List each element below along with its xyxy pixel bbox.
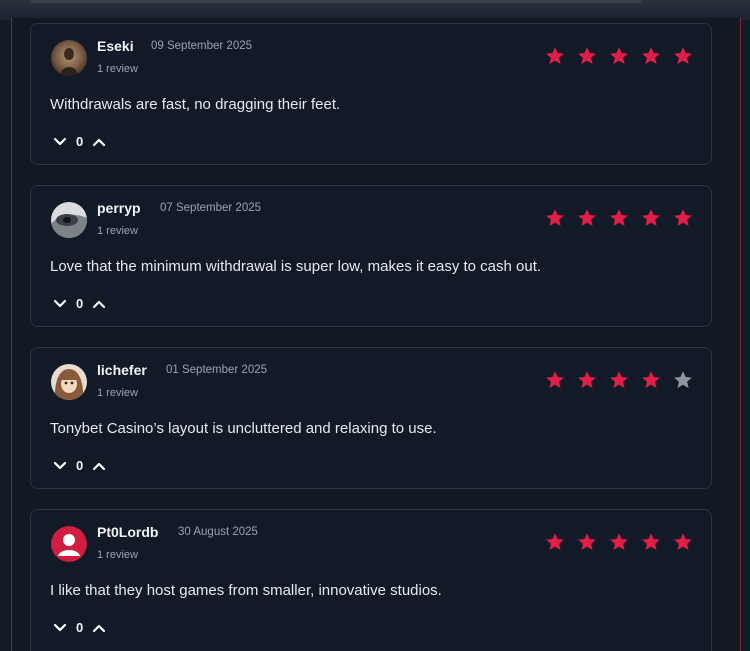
top-divider — [30, 0, 642, 3]
username[interactable]: perryp — [97, 200, 141, 216]
star-rating — [545, 208, 693, 228]
top-band — [0, 0, 750, 20]
reviews-page: Eseki 09 September 2025 1 review Withdra… — [0, 0, 750, 651]
review-text: I like that they host games from smaller… — [50, 582, 442, 599]
avatar[interactable] — [51, 40, 87, 76]
star-empty-icon — [673, 370, 693, 390]
default-user-icon — [51, 526, 87, 562]
star-rating — [545, 370, 693, 390]
star-rating — [545, 532, 693, 552]
review-date: 09 September 2025 — [151, 40, 253, 52]
upvote-icon[interactable] — [92, 623, 106, 633]
review-text: Withdrawals are fast, no dragging their … — [50, 96, 341, 113]
review-card: perryp 07 September 2025 1 review Love t… — [30, 185, 712, 327]
star-filled-icon — [673, 208, 693, 228]
star-filled-icon — [641, 532, 661, 552]
username[interactable]: Eseki — [97, 38, 134, 54]
username[interactable]: lichefer — [97, 362, 147, 378]
review-text: Love that the minimum withdrawal is supe… — [50, 258, 542, 275]
star-filled-icon — [641, 370, 661, 390]
star-filled-icon — [673, 532, 693, 552]
star-filled-icon — [673, 46, 693, 66]
avatar[interactable] — [51, 202, 87, 238]
star-filled-icon — [577, 370, 597, 390]
upvote-icon[interactable] — [92, 137, 106, 147]
star-filled-icon — [545, 532, 565, 552]
vote-controls: 0 — [53, 620, 106, 635]
downvote-icon[interactable] — [53, 623, 67, 633]
review-count: 1 review — [97, 63, 138, 75]
avatar-image — [51, 40, 87, 76]
star-filled-icon — [609, 370, 629, 390]
star-filled-icon — [577, 208, 597, 228]
downvote-icon[interactable] — [53, 461, 67, 471]
review-count: 1 review — [97, 549, 138, 561]
review-text: Tonybet Casino’s layout is uncluttered a… — [50, 420, 437, 437]
vote-count: 0 — [76, 134, 84, 149]
upvote-icon[interactable] — [92, 299, 106, 309]
avatar[interactable] — [51, 526, 87, 562]
vote-controls: 0 — [53, 134, 106, 149]
vote-controls: 0 — [53, 458, 106, 473]
review-card: Eseki 09 September 2025 1 review Withdra… — [30, 23, 712, 165]
review-count: 1 review — [97, 225, 138, 237]
avatar[interactable] — [51, 364, 87, 400]
star-filled-icon — [609, 208, 629, 228]
review-card: lichefer 01 September 2025 1 review Tony… — [30, 347, 712, 489]
star-filled-icon — [545, 46, 565, 66]
star-filled-icon — [641, 46, 661, 66]
downvote-icon[interactable] — [53, 137, 67, 147]
star-rating — [545, 46, 693, 66]
review-count: 1 review — [97, 387, 138, 399]
review-date: 01 September 2025 — [166, 364, 268, 376]
vote-count: 0 — [76, 458, 84, 473]
star-filled-icon — [609, 46, 629, 66]
star-filled-icon — [577, 46, 597, 66]
star-filled-icon — [577, 532, 597, 552]
avatar-image — [51, 202, 87, 238]
review-date: 07 September 2025 — [160, 202, 262, 214]
downvote-icon[interactable] — [53, 299, 67, 309]
vote-count: 0 — [76, 296, 84, 311]
avatar-image — [51, 364, 87, 400]
star-filled-icon — [545, 370, 565, 390]
upvote-icon[interactable] — [92, 461, 106, 471]
star-filled-icon — [609, 532, 629, 552]
star-filled-icon — [545, 208, 565, 228]
review-card: Pt0Lordb 30 August 2025 1 review I like … — [30, 509, 712, 651]
review-date: 30 August 2025 — [178, 526, 258, 538]
username[interactable]: Pt0Lordb — [97, 524, 158, 540]
star-filled-icon — [641, 208, 661, 228]
vote-count: 0 — [76, 620, 84, 635]
vote-controls: 0 — [53, 296, 106, 311]
